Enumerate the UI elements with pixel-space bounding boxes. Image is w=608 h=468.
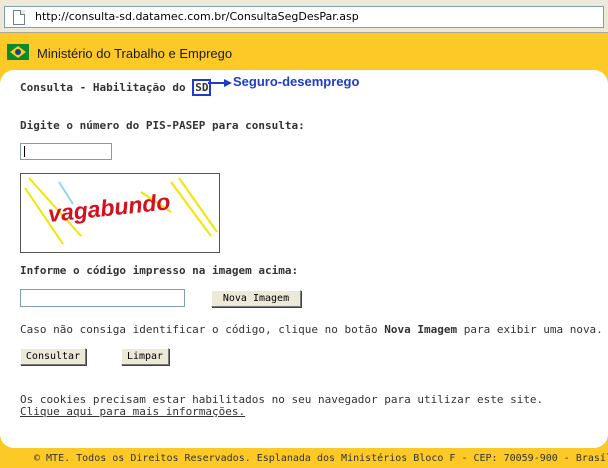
code-label: Informe o código impresso na imagem acim… — [20, 264, 299, 277]
pis-label: Digite o número do PIS-PASEP para consul… — [20, 119, 305, 132]
hint-text: Caso não consiga identificar o código, c… — [20, 323, 603, 336]
text-caret — [24, 146, 25, 157]
cookies-link[interactable]: Clique aqui para mais informações. — [20, 405, 245, 418]
footer-text: © MTE. Todos os Direitos Reservados. Esp… — [34, 453, 608, 464]
annotation-label: Seguro-desemprego — [233, 74, 360, 89]
address-url[interactable]: http://consulta-sd.datamec.com.br/Consul… — [35, 10, 359, 23]
annotation-arrow-icon — [208, 79, 232, 87]
pis-input[interactable] — [20, 143, 112, 160]
hint-bold: Nova Imagem — [384, 323, 458, 336]
brazil-flag-icon — [7, 44, 29, 60]
hint-suffix: para exibir uma nova. — [457, 323, 603, 336]
consult-button[interactable]: Consultar — [20, 348, 86, 365]
flag-diamond — [10, 46, 26, 58]
hint-prefix: Caso não consiga identificar o código, c… — [20, 323, 385, 336]
ministry-title: Ministério do Trabalho e Emprego — [37, 46, 233, 61]
page-title: Consulta - Habilitação do SD — [20, 79, 212, 96]
page-frame: Ministério do Trabalho e Emprego Consult… — [0, 33, 608, 468]
address-bar[interactable]: http://consulta-sd.datamec.com.br/Consul… — [4, 6, 604, 28]
captcha-code-input[interactable] — [20, 289, 185, 307]
page-icon — [13, 10, 25, 25]
captcha-image: vagabundo — [20, 173, 220, 253]
page-title-prefix: Consulta - Habilitação do — [20, 81, 186, 94]
main-content: Consulta - Habilitação do SD Seguro-dese… — [0, 70, 608, 448]
clear-button[interactable]: Limpar — [121, 348, 169, 365]
address-bar-area: http://consulta-sd.datamec.com.br/Consul… — [0, 0, 608, 33]
new-image-button[interactable]: Nova Imagem — [211, 290, 301, 307]
captcha-graphic: vagabundo — [24, 177, 218, 245]
